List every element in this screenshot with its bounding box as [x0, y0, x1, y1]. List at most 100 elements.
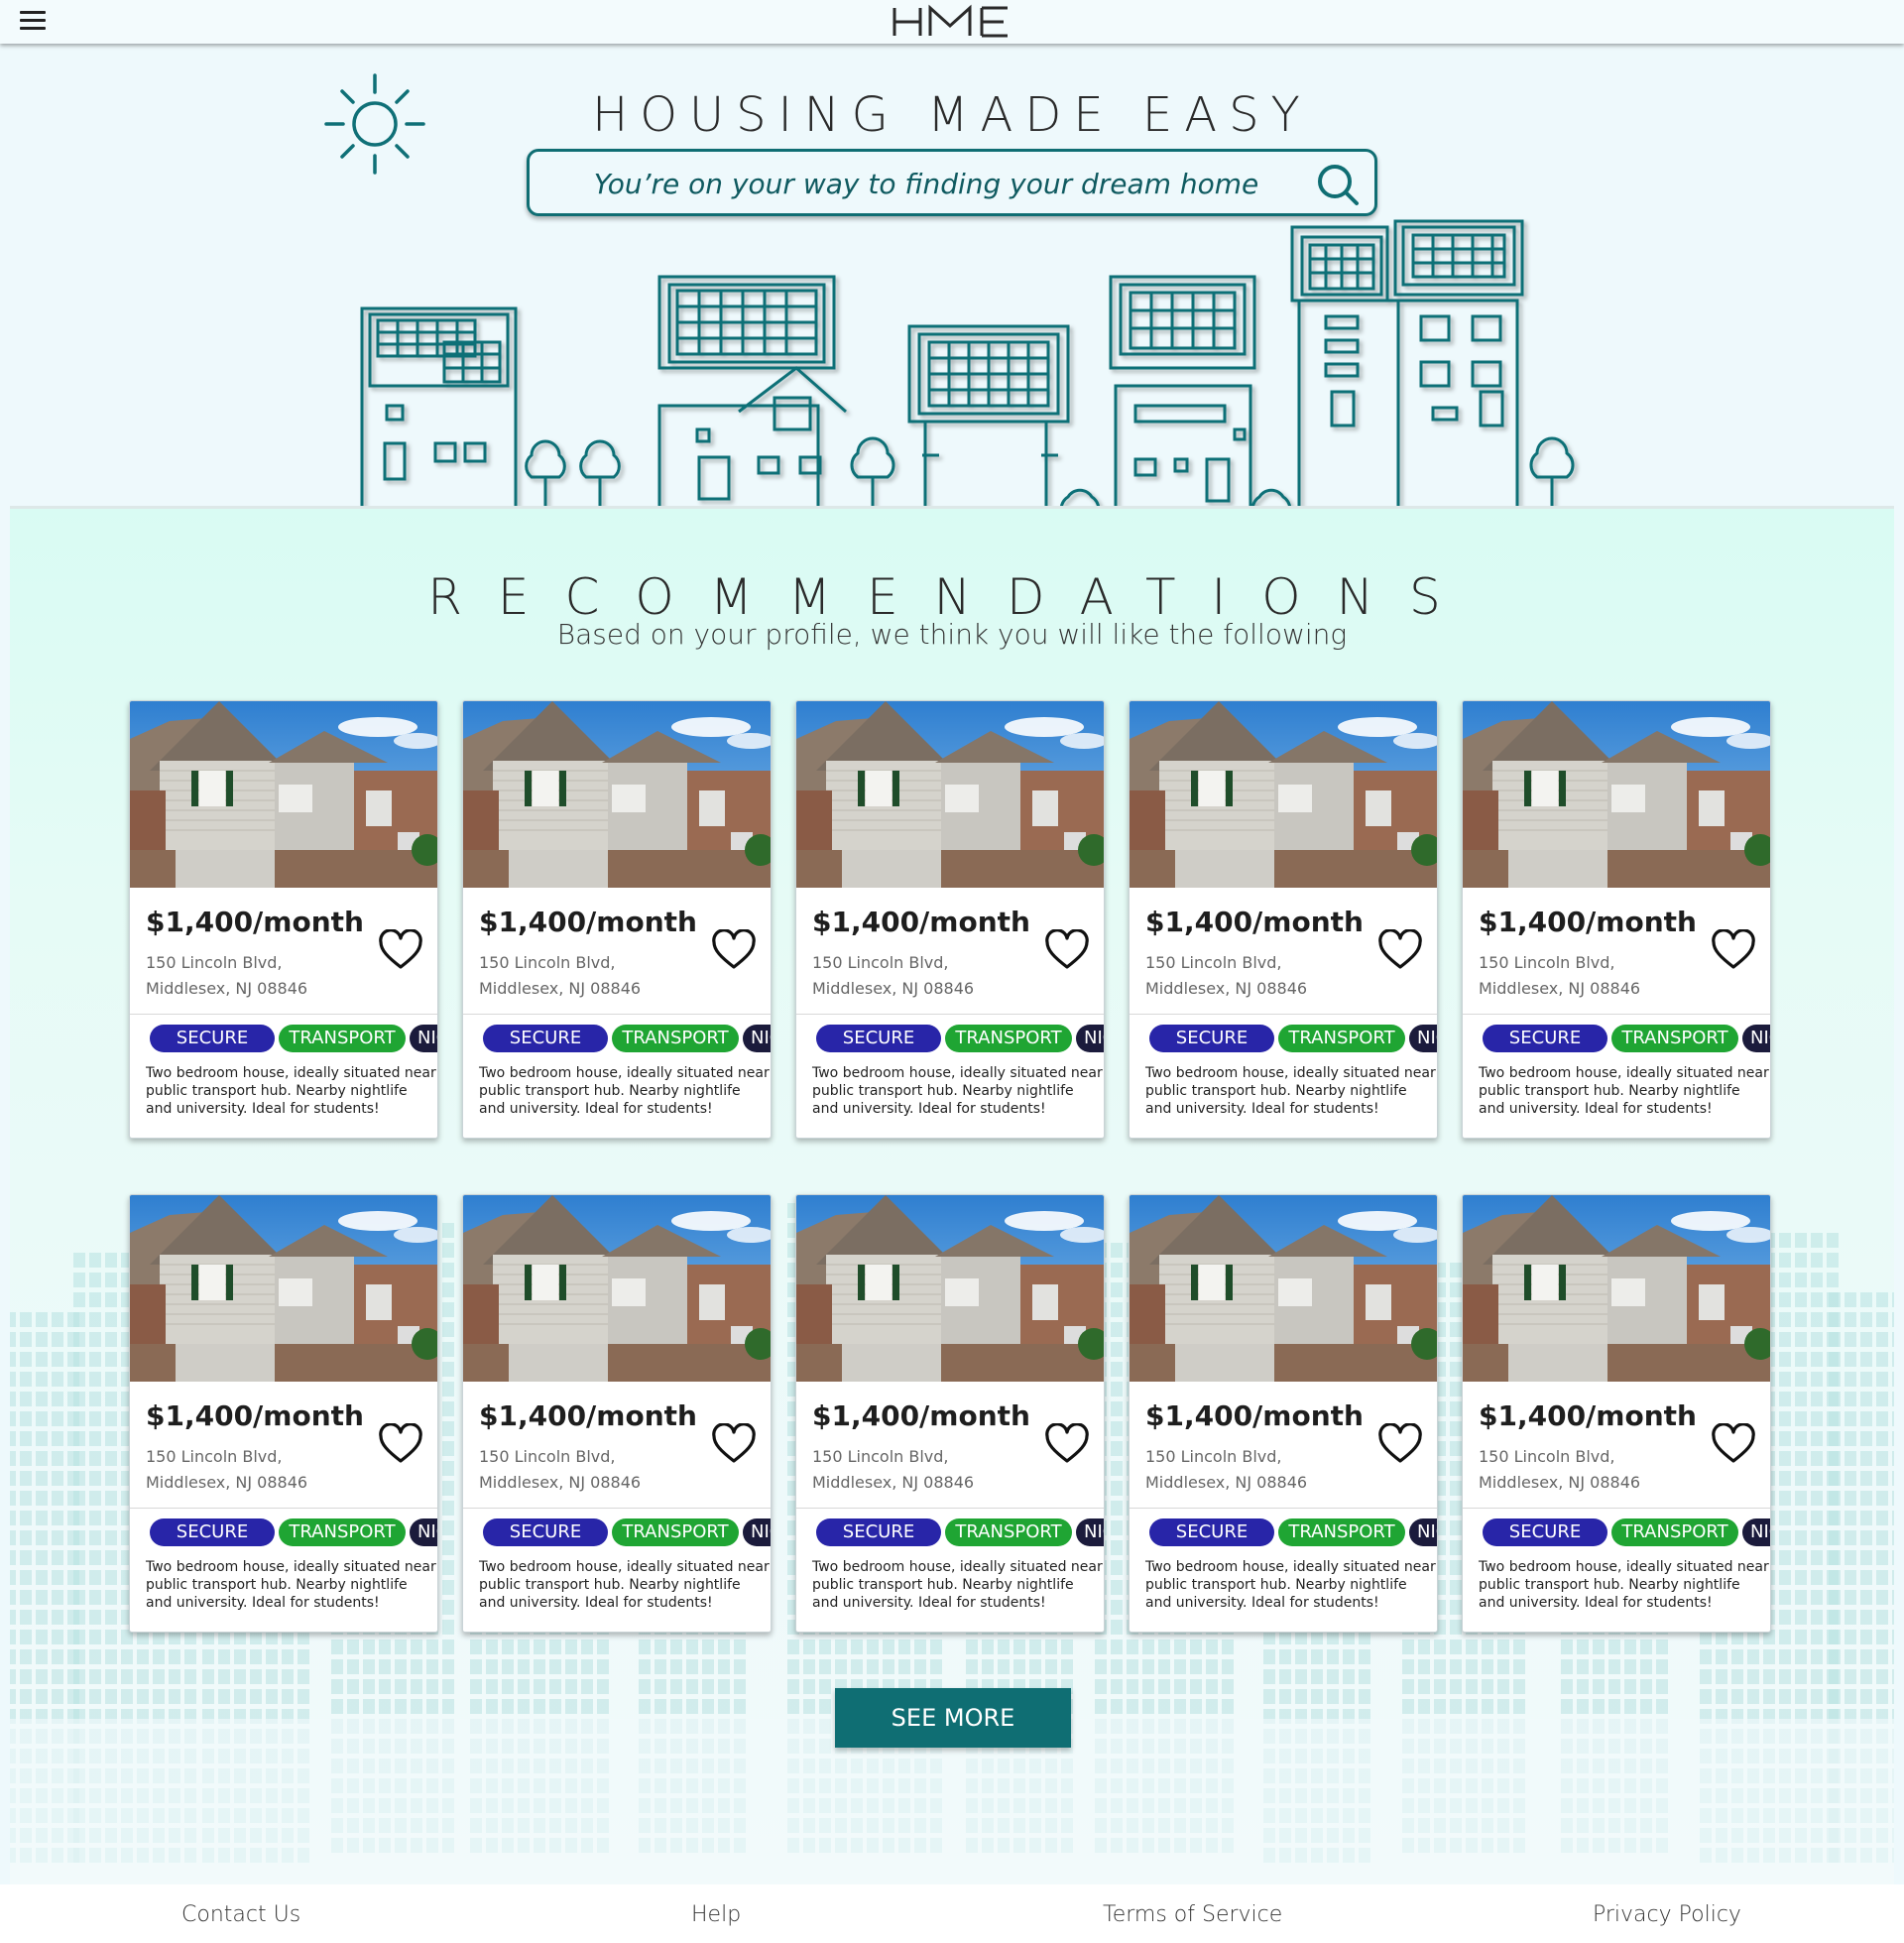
favorite-heart-icon[interactable]: [1711, 929, 1756, 971]
favorite-heart-icon[interactable]: [378, 1423, 423, 1465]
favorite-heart-icon[interactable]: [1711, 1423, 1756, 1465]
listing-address-line2: Middlesex, NJ 08846: [479, 979, 642, 998]
listing-address-line1: 150 Lincoln Blvd,: [1145, 1447, 1282, 1466]
listing-description: Two bedroom house, ideally situated near…: [1479, 1559, 1769, 1611]
listing-description: Two bedroom house, ideally situated near…: [146, 1559, 436, 1611]
favorite-heart-icon[interactable]: [711, 929, 757, 971]
tag-nightlife[interactable]: NIGHTLIFE: [1742, 1025, 1770, 1052]
favorite-heart-icon[interactable]: [378, 929, 423, 971]
listing-card[interactable]: $1,400/month 150 Lincoln Blvd, Middlesex…: [129, 1194, 438, 1633]
favorite-heart-icon[interactable]: [1044, 1423, 1090, 1465]
tag-nightlife[interactable]: NIGHTLIFE: [1409, 1025, 1437, 1052]
listing-tags: SECURETRANSPORTNIGHTLIFE: [483, 1518, 771, 1548]
tag-transport[interactable]: TRANSPORT: [279, 1518, 406, 1546]
footer: Contact Us Help Terms of Service Privacy…: [0, 1884, 1904, 1943]
listing-price: $1,400/month: [146, 906, 364, 938]
tag-secure[interactable]: SECURE: [816, 1025, 941, 1052]
listing-address-line2: Middlesex, NJ 08846: [1479, 1473, 1641, 1492]
house-photo: [1130, 1195, 1437, 1382]
tag-transport[interactable]: TRANSPORT: [1611, 1025, 1738, 1052]
tag-secure[interactable]: SECURE: [1149, 1025, 1274, 1052]
see-more-button[interactable]: SEE MORE: [835, 1688, 1071, 1748]
listing-card[interactable]: $1,400/month 150 Lincoln Blvd, Middlesex…: [795, 1194, 1105, 1633]
footer-link-terms-of-service[interactable]: Terms of Service: [1103, 1902, 1282, 1927]
tag-secure[interactable]: SECURE: [483, 1518, 608, 1546]
listing-card[interactable]: $1,400/month 150 Lincoln Blvd, Middlesex…: [129, 700, 438, 1139]
listing-card[interactable]: $1,400/month 150 Lincoln Blvd, Middlesex…: [1462, 1194, 1771, 1633]
tag-transport[interactable]: TRANSPORT: [1611, 1518, 1738, 1546]
listing-price: $1,400/month: [1479, 1399, 1697, 1432]
tag-secure[interactable]: SECURE: [1483, 1025, 1607, 1052]
listing-address-line1: 150 Lincoln Blvd,: [146, 1447, 283, 1466]
card-divider: [1130, 1508, 1437, 1509]
tag-transport[interactable]: TRANSPORT: [945, 1518, 1072, 1546]
tag-secure[interactable]: SECURE: [1483, 1518, 1607, 1546]
recommendations-section: RECOMMENDATIONS Based on your profile, w…: [10, 506, 1894, 1884]
tag-secure[interactable]: SECURE: [483, 1025, 608, 1052]
skyline-illustration: [360, 219, 1575, 523]
tag-nightlife[interactable]: NIGHTLIFE: [410, 1025, 437, 1052]
tag-nightlife[interactable]: NIGHTLIFE: [743, 1025, 771, 1052]
search-input[interactable]: [549, 162, 1303, 205]
recommendations-subtitle: Based on your profile, we think you will…: [556, 618, 1348, 651]
favorite-heart-icon[interactable]: [1377, 1423, 1423, 1465]
tag-transport[interactable]: TRANSPORT: [279, 1025, 406, 1052]
listing-card[interactable]: $1,400/month 150 Lincoln Blvd, Middlesex…: [1129, 700, 1438, 1139]
listing-address-line1: 150 Lincoln Blvd,: [812, 953, 949, 972]
listing-address-line1: 150 Lincoln Blvd,: [1145, 953, 1282, 972]
listing-address-line1: 150 Lincoln Blvd,: [812, 1447, 949, 1466]
listing-address-line2: Middlesex, NJ 08846: [479, 1473, 642, 1492]
tag-secure[interactable]: SECURE: [1149, 1518, 1274, 1546]
tag-transport[interactable]: TRANSPORT: [1278, 1518, 1405, 1546]
tag-secure[interactable]: SECURE: [816, 1518, 941, 1546]
listing-card[interactable]: $1,400/month 150 Lincoln Blvd, Middlesex…: [1462, 700, 1771, 1139]
tag-transport[interactable]: TRANSPORT: [612, 1518, 739, 1546]
tag-transport[interactable]: TRANSPORT: [1278, 1025, 1405, 1052]
footer-link-help[interactable]: Help: [691, 1902, 741, 1927]
listing-description: Two bedroom house, ideally situated near…: [1479, 1065, 1769, 1117]
listing-address-line2: Middlesex, NJ 08846: [812, 1473, 975, 1492]
tag-nightlife[interactable]: NIGHTLIFE: [1742, 1518, 1770, 1546]
tag-nightlife[interactable]: NIGHTLIFE: [410, 1518, 437, 1546]
favorite-heart-icon[interactable]: [1044, 929, 1090, 971]
tag-secure[interactable]: SECURE: [150, 1518, 275, 1546]
listing-description: Two bedroom house, ideally situated near…: [479, 1065, 770, 1117]
favorite-heart-icon[interactable]: [711, 1423, 757, 1465]
favorite-heart-icon[interactable]: [1377, 929, 1423, 971]
listing-card[interactable]: $1,400/month 150 Lincoln Blvd, Middlesex…: [462, 700, 772, 1139]
tag-nightlife[interactable]: NIGHTLIFE: [743, 1518, 771, 1546]
listing-tags: SECURETRANSPORTNIGHTLIFE: [816, 1025, 1104, 1054]
listing-tags: SECURETRANSPORTNIGHTLIFE: [1149, 1518, 1437, 1548]
listing-card[interactable]: $1,400/month 150 Lincoln Blvd, Middlesex…: [795, 700, 1105, 1139]
top-bar: [0, 0, 1904, 44]
listing-address-line2: Middlesex, NJ 08846: [1145, 1473, 1308, 1492]
tag-transport[interactable]: TRANSPORT: [945, 1025, 1072, 1052]
listing-price: $1,400/month: [812, 1399, 1030, 1432]
house-photo: [463, 1195, 771, 1382]
tag-nightlife[interactable]: NIGHTLIFE: [1409, 1518, 1437, 1546]
tag-nightlife[interactable]: NIGHTLIFE: [1076, 1025, 1104, 1052]
card-divider: [130, 1014, 437, 1015]
hme-logo[interactable]: [891, 2, 1013, 42]
search-bar[interactable]: [527, 149, 1377, 216]
card-divider: [463, 1014, 771, 1015]
tag-secure[interactable]: SECURE: [150, 1025, 275, 1052]
search-icon[interactable]: [1315, 162, 1361, 207]
listing-address-line1: 150 Lincoln Blvd,: [146, 953, 283, 972]
house-photo: [130, 1195, 437, 1382]
footer-link-contact-us[interactable]: Contact Us: [181, 1902, 300, 1927]
tag-transport[interactable]: TRANSPORT: [612, 1025, 739, 1052]
listing-tags: SECURETRANSPORTNIGHTLIFE: [816, 1518, 1104, 1548]
hero-title: HOUSING MADE EASY: [592, 87, 1312, 143]
listing-card[interactable]: $1,400/month 150 Lincoln Blvd, Middlesex…: [1129, 1194, 1438, 1633]
listing-price: $1,400/month: [812, 906, 1030, 938]
tag-nightlife[interactable]: NIGHTLIFE: [1076, 1518, 1104, 1546]
hamburger-menu-icon[interactable]: [20, 11, 46, 31]
house-photo: [1130, 701, 1437, 888]
card-divider: [130, 1508, 437, 1509]
listing-price: $1,400/month: [1145, 1399, 1364, 1432]
listing-address-line1: 150 Lincoln Blvd,: [1479, 1447, 1615, 1466]
listing-description: Two bedroom house, ideally situated near…: [812, 1559, 1103, 1611]
footer-link-privacy-policy[interactable]: Privacy Policy: [1593, 1902, 1741, 1927]
listing-card[interactable]: $1,400/month 150 Lincoln Blvd, Middlesex…: [462, 1194, 772, 1633]
